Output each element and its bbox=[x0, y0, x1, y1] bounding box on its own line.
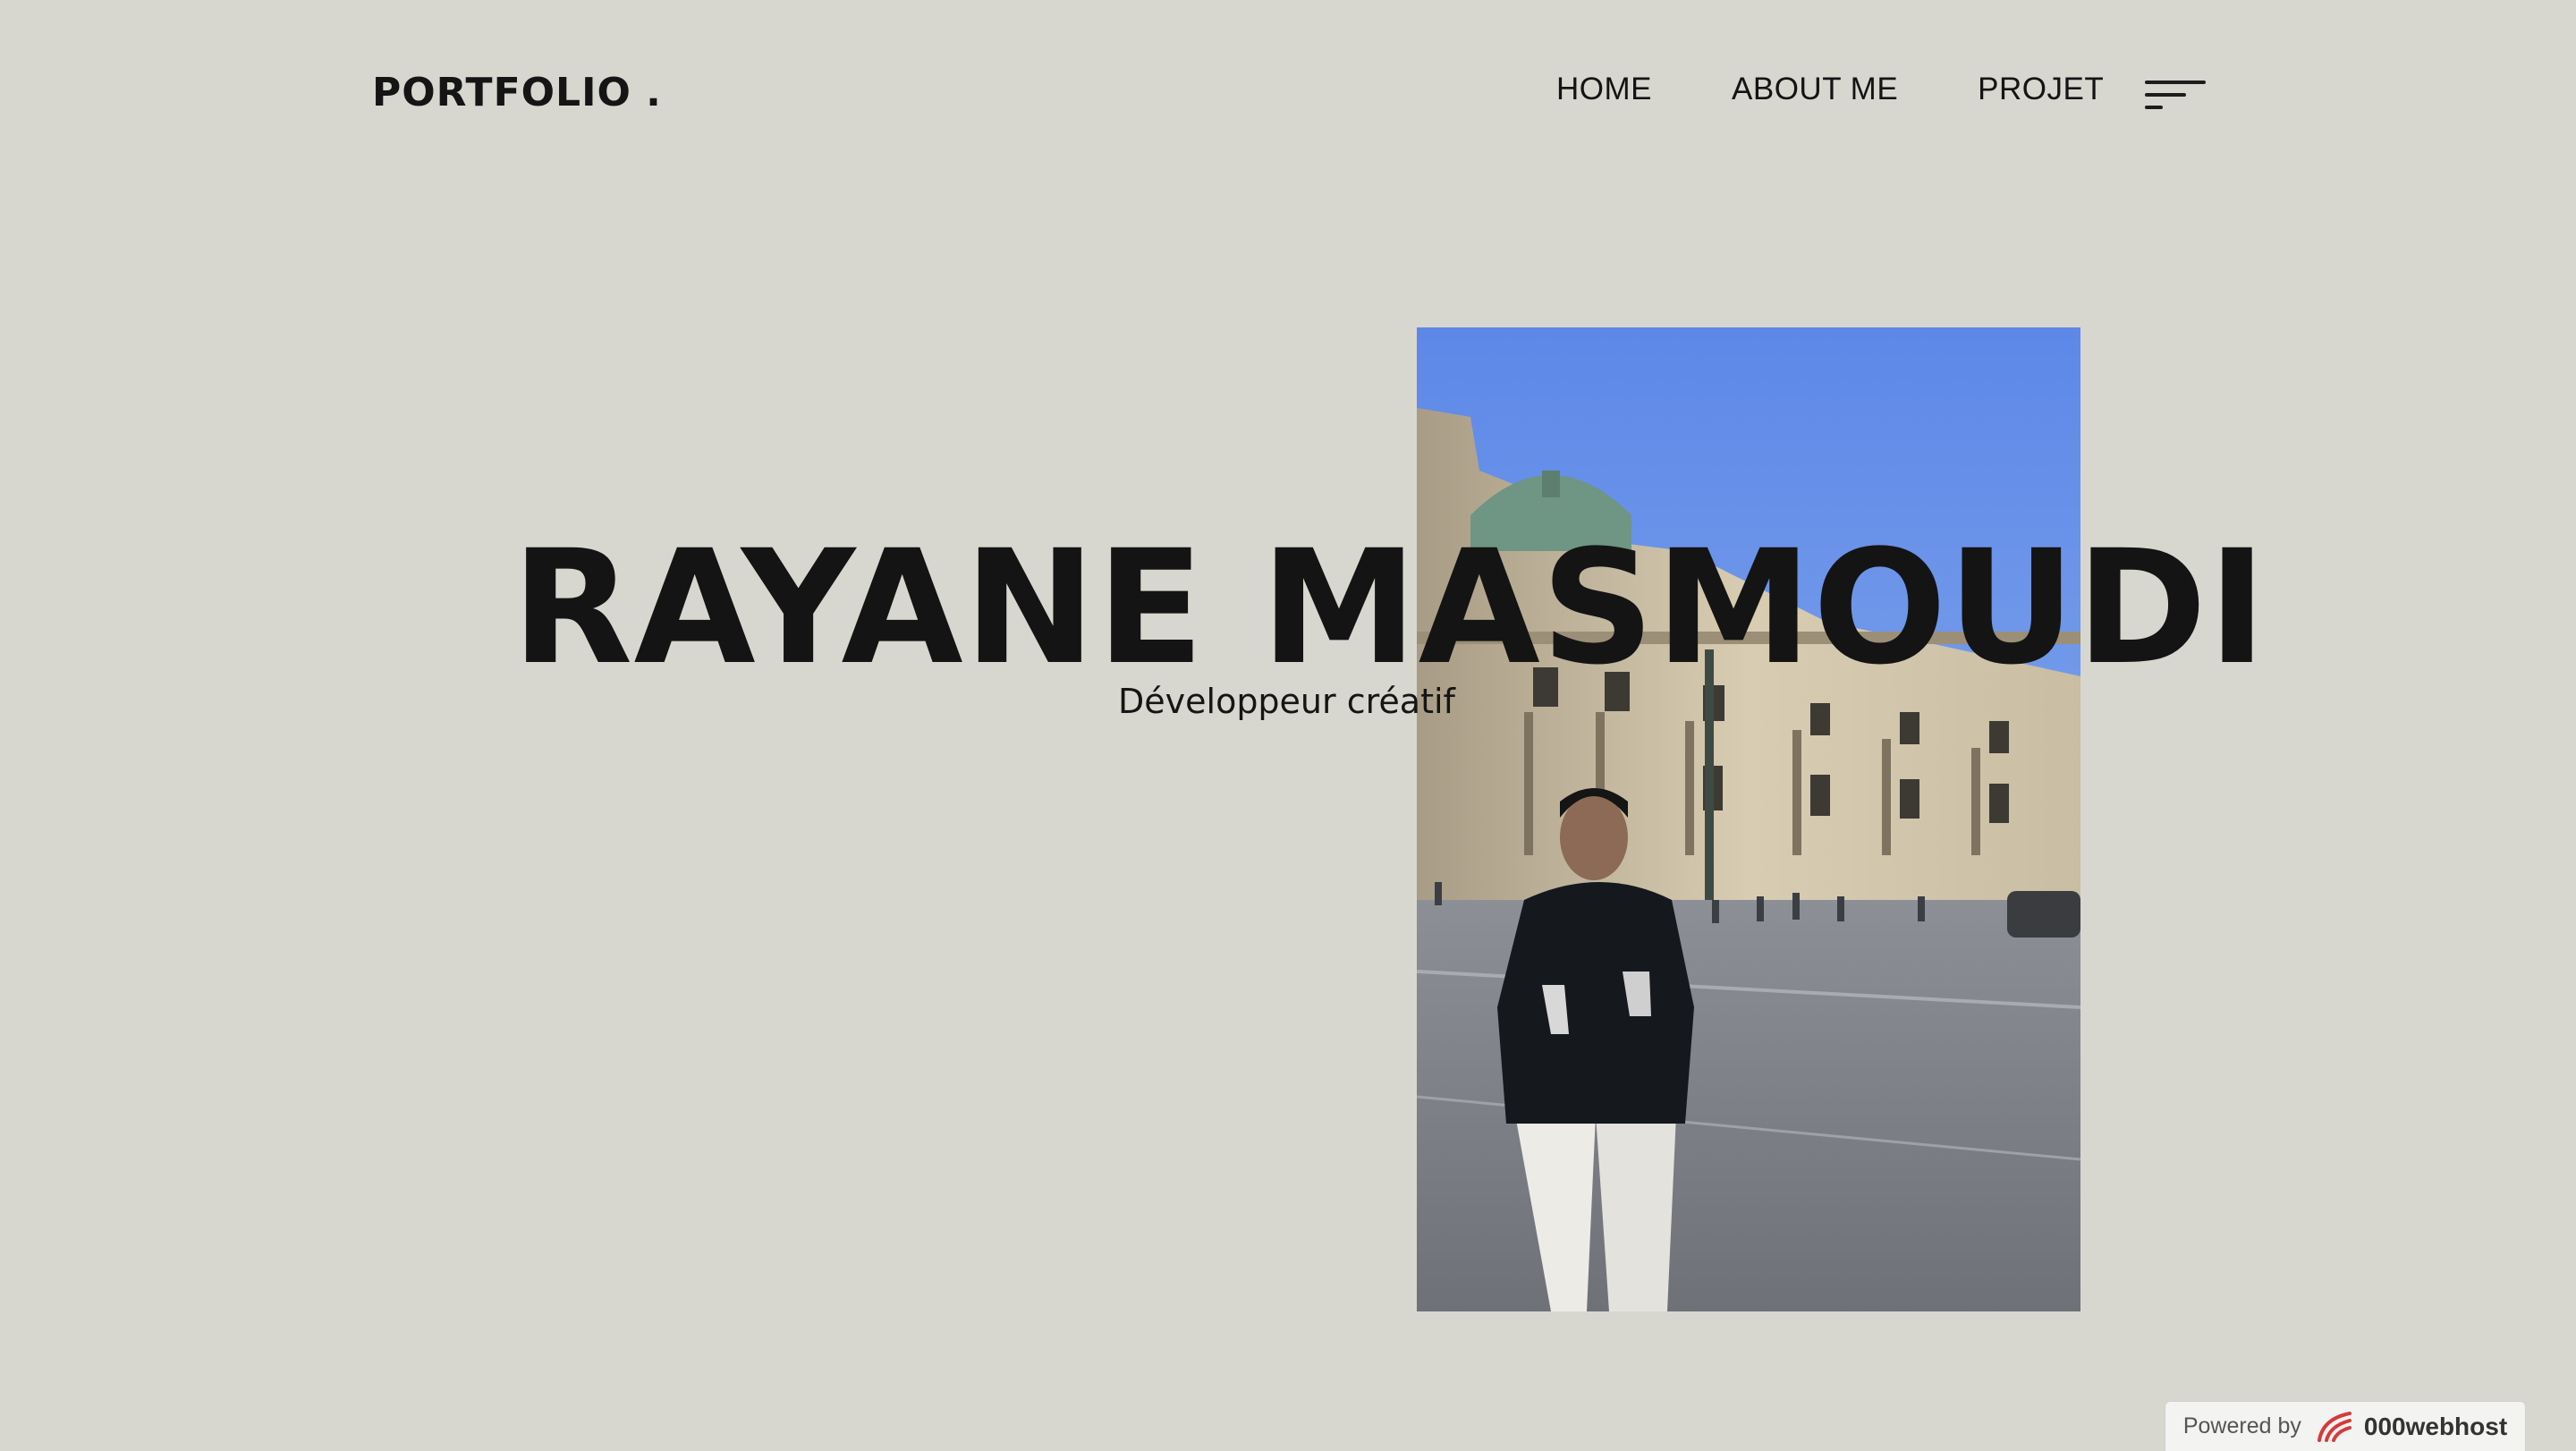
powered-by-label: Powered by bbox=[2182, 1413, 2301, 1438]
menu-line bbox=[2145, 93, 2186, 97]
menu-line bbox=[2145, 106, 2163, 109]
site-logo[interactable]: PORTFOLIO . bbox=[372, 70, 662, 115]
000webhost-logo-icon bbox=[2317, 1411, 2351, 1442]
powered-by-badge[interactable]: Powered by 000webhost bbox=[2165, 1401, 2526, 1451]
nav-about-link[interactable]: ABOUT ME bbox=[1732, 72, 1898, 107]
hamburger-menu-icon[interactable] bbox=[2145, 81, 2206, 109]
000webhost-brand-label: 000webhost bbox=[2363, 1412, 2508, 1440]
main-nav: HOME ABOUT ME PROJET bbox=[1556, 72, 2104, 107]
portrait-photo bbox=[1417, 327, 2080, 1311]
nav-projet-link[interactable]: PROJET bbox=[1978, 72, 2104, 107]
menu-line bbox=[2145, 81, 2206, 84]
hero-subtitle: Développeur créatif bbox=[1118, 682, 1455, 721]
hero-name: RAYANE MASMOUDI bbox=[512, 516, 2267, 700]
nav-home-link[interactable]: HOME bbox=[1556, 72, 1652, 107]
